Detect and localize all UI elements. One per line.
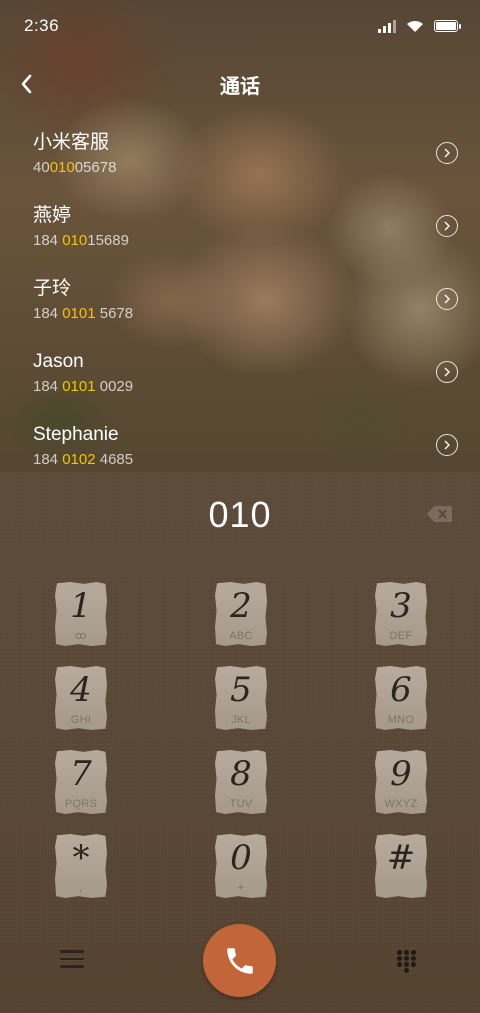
key-9[interactable]: 9 WXYZ [375,750,427,814]
battery-icon [434,20,461,32]
status-icons [378,19,461,33]
contact-item[interactable]: 燕婷 184 01015689 [0,191,480,264]
contact-item[interactable]: Jason 184 0101 0029 [0,337,480,410]
contact-item[interactable]: 子玲 184 0101 5678 [0,264,480,337]
bottom-action-bar [0,924,480,1000]
key-6[interactable]: 6 MNO [375,666,427,730]
wifi-icon [407,20,423,32]
back-button[interactable] [10,68,42,100]
contact-detail-button[interactable] [436,215,458,237]
contact-detail-button[interactable] [436,288,458,310]
backspace-icon [427,506,452,522]
key-7[interactable]: 7 PQRS [55,750,107,814]
contact-detail-button[interactable] [436,434,458,456]
menu-icon [60,950,84,968]
contact-name: 燕婷 [33,205,72,226]
backspace-button[interactable] [426,504,454,524]
contact-name: 子玲 [33,278,72,299]
contact-name: Jason [33,351,84,372]
chevron-right-icon [444,221,450,231]
contact-name: Stephanie [33,424,119,445]
chevron-right-icon [444,294,450,304]
contact-number: 4001005678 [33,159,117,176]
contact-suggestion-list: 小米客服 4001005678 燕婷 184 01015689 子玲 184 0… [0,118,480,483]
chevron-right-icon [444,367,450,377]
call-button[interactable] [203,924,276,997]
signal-icon [378,19,396,33]
page-title: 通话 [220,75,260,98]
key-1[interactable]: 1 ꝏ [55,582,107,646]
keypad-toggle-button[interactable] [396,950,418,974]
contact-item[interactable]: Stephanie 184 0102 4685 [0,410,480,483]
key-3[interactable]: 3 DEF [375,582,427,646]
contact-number: 184 0101 0029 [33,378,134,395]
key-star[interactable]: * , [55,834,107,898]
dialer-panel: 010 1 ꝏ 2 ABC 3 DEF 4 GHI 5 JKL 6 MNO 7 … [0,472,480,1013]
dialed-number: 010 [208,494,272,535]
status-time: 2:36 [24,16,60,35]
contact-name: 小米客服 [33,132,110,153]
key-5[interactable]: 5 JKL [215,666,267,730]
status-bar: 2:36 [0,0,480,52]
contact-detail-button[interactable] [436,142,458,164]
phone-icon [226,947,253,974]
contact-number: 184 0102 4685 [33,451,134,468]
key-hash[interactable]: # [375,834,427,898]
chevron-left-icon [21,74,32,94]
menu-button[interactable] [60,950,84,972]
contact-number: 184 0101 5678 [33,305,134,322]
voicemail-icon: ꝏ [75,630,87,642]
contact-detail-button[interactable] [436,361,458,383]
key-8[interactable]: 8 TUV [215,750,267,814]
app-header: 通话 [0,52,480,116]
chevron-right-icon [444,148,450,158]
key-4[interactable]: 4 GHI [55,666,107,730]
contact-number: 184 01015689 [33,232,129,249]
key-2[interactable]: 2 ABC [215,582,267,646]
key-0[interactable]: 0 + [215,834,267,898]
contact-item[interactable]: 小米客服 4001005678 [0,118,480,191]
chevron-right-icon [444,440,450,450]
